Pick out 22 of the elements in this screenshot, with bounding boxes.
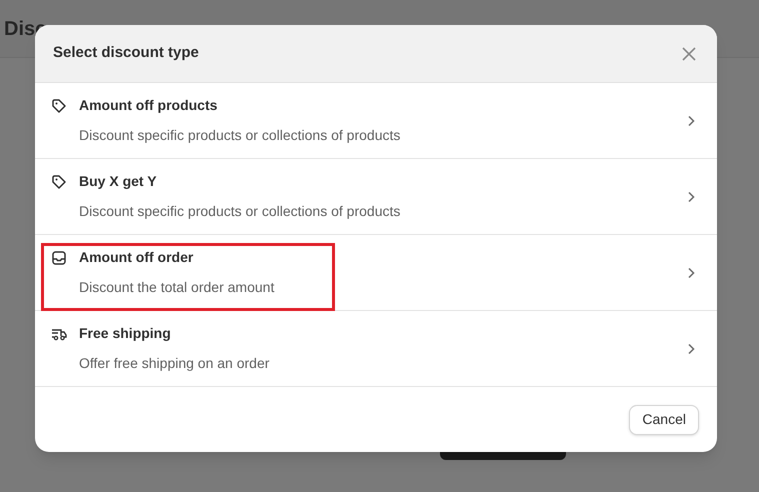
option-description: Offer free shipping on an order [78, 354, 270, 373]
tag-icon [51, 174, 67, 190]
option-description: Discount the total order amount [78, 278, 276, 297]
option-row[interactable]: Amount off products Discount specific products or collections of products [35, 83, 717, 159]
option-description: Discount specific products or collections of products [78, 126, 402, 145]
chevron-right-icon [687, 114, 695, 126]
close-icon[interactable] [681, 46, 697, 62]
chevron-right-icon [687, 266, 695, 278]
option-row[interactable]: Free shipping Offer free shipping on an order [35, 311, 717, 387]
dialog-title: Select discount type [53, 43, 199, 64]
option-title: Amount off products [79, 96, 218, 115]
tag-icon [51, 98, 67, 114]
tray-icon [51, 250, 67, 266]
option-row[interactable]: Buy X get Y Discount specific products or collections of products [35, 159, 717, 235]
option-title: Buy X get Y [79, 172, 157, 191]
option-title: Amount off order [79, 248, 194, 267]
option-description: Discount specific products or collections of products [78, 202, 402, 221]
option-title: Free shipping [79, 324, 171, 343]
cancel-button[interactable]: Cancel [629, 404, 699, 434]
chevron-right-icon [687, 342, 695, 354]
chevron-right-icon [687, 190, 695, 202]
option-row[interactable]: Amount off order Discount the total order amount [35, 235, 717, 311]
